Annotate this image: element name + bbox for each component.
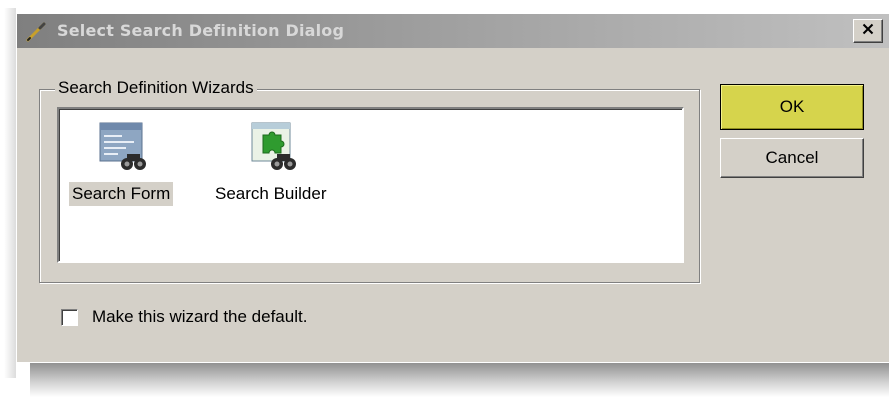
title-bar[interactable]: Select Search Definition Dialog <box>17 14 889 48</box>
search-builder-icon <box>239 119 303 175</box>
screen: Select Search Definition Dialog Search D… <box>0 0 889 403</box>
default-wizard-checkbox[interactable]: Make this wizard the default. <box>61 307 307 327</box>
dialog-shadow-left <box>4 8 16 378</box>
ok-button[interactable]: OK <box>720 84 864 130</box>
search-builder-label: Search Builder <box>215 184 327 203</box>
group-label: Search Definition Wizards <box>55 78 257 98</box>
wizard-list[interactable]: Search Form Search Builder <box>57 107 684 263</box>
checkbox-label: Make this wizard the default. <box>92 307 308 326</box>
close-button[interactable] <box>853 19 883 43</box>
list-item-search-builder[interactable]: Search Builder <box>212 119 330 206</box>
select-search-definition-dialog: Select Search Definition Dialog Search D… <box>16 14 889 362</box>
dialog-title: Select Search Definition Dialog <box>57 21 345 40</box>
search-form-icon <box>89 119 153 175</box>
dialog-shadow-bottom <box>30 363 889 397</box>
close-icon <box>862 22 874 40</box>
cancel-button-label: Cancel <box>765 148 819 167</box>
cancel-button[interactable]: Cancel <box>720 138 864 178</box>
pencil-icon <box>25 21 47 43</box>
ok-button-label: OK <box>779 97 805 116</box>
checkbox-box[interactable] <box>61 308 78 326</box>
list-item-search-form[interactable]: Search Form <box>69 119 174 206</box>
search-form-label: Search Form <box>69 182 174 206</box>
